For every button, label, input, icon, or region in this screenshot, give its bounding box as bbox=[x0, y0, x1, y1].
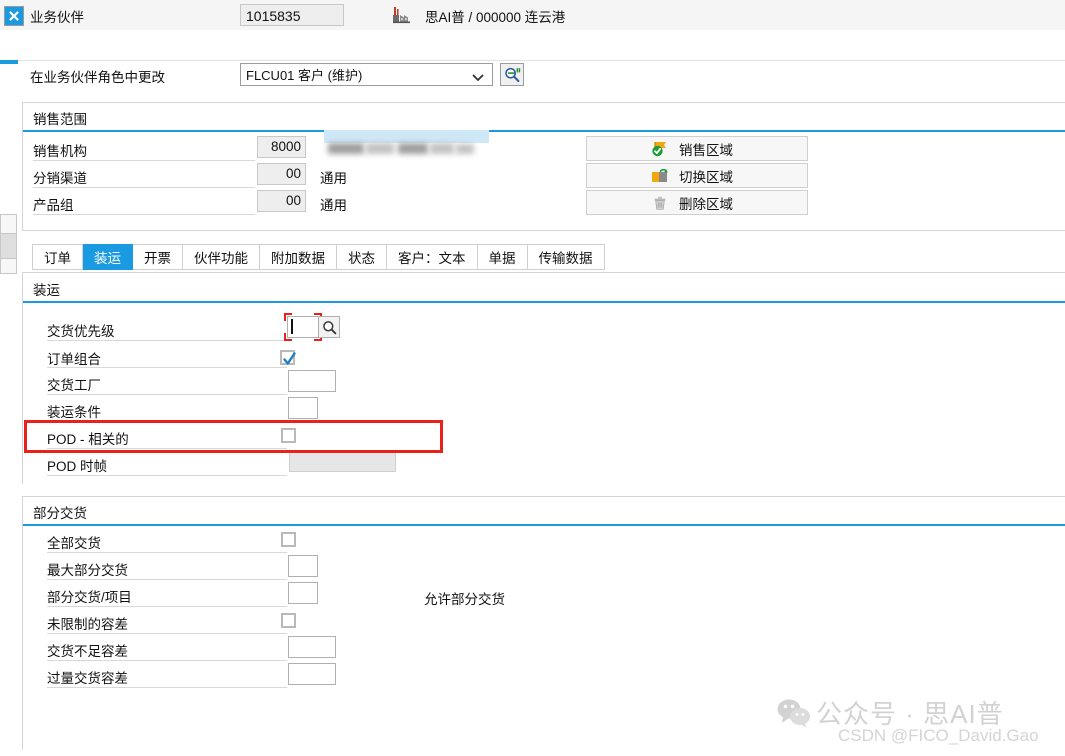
tab-status[interactable]: 状态 bbox=[337, 244, 387, 270]
shipping-conditions-label: 装运条件 bbox=[47, 405, 101, 420]
close-icon[interactable] bbox=[4, 6, 24, 26]
leader-line bbox=[47, 633, 287, 634]
delete-area-button-label: 删除区域 bbox=[679, 196, 733, 212]
sales-area-check-icon bbox=[649, 140, 671, 158]
pod-timeframe-label: POD 时帧 bbox=[47, 459, 108, 474]
leader-line bbox=[47, 552, 287, 553]
delivery-priority-focus-indicator bbox=[284, 313, 322, 341]
pod-relevant-checkbox[interactable] bbox=[281, 428, 296, 443]
business-partner-label: 业务伙伴 bbox=[30, 10, 84, 25]
delivery-plant-label: 交货工厂 bbox=[47, 378, 101, 393]
shipping-title: 装运 bbox=[33, 283, 60, 298]
factory-icon bbox=[392, 6, 412, 24]
tab-partner-functions[interactable]: 伙伴功能 bbox=[183, 244, 260, 270]
sales-area-glyph bbox=[651, 141, 666, 156]
leader-line bbox=[47, 606, 287, 607]
order-combination-checkbox[interactable] bbox=[280, 350, 296, 365]
partial-delivery-item-note: 允许部分交货 bbox=[424, 592, 505, 607]
sales-area-panel bbox=[22, 102, 1065, 231]
redacted-sales-org-text bbox=[320, 130, 500, 160]
distribution-channel-input[interactable]: 00 bbox=[257, 163, 306, 185]
sales-area-button-label: 销售区域 bbox=[679, 142, 733, 158]
shipping-panel bbox=[22, 272, 1065, 484]
max-partial-deliveries-label: 最大部分交货 bbox=[47, 563, 128, 578]
delivery-priority-search-button[interactable] bbox=[318, 316, 340, 338]
partial-delivery-panel bbox=[22, 496, 1065, 750]
sales-organization-label: 销售机构 bbox=[33, 144, 87, 159]
partial-delivery-item-label: 部分交货/项目 bbox=[47, 590, 132, 605]
shipping-rule bbox=[23, 301, 1065, 303]
sales-area-title: 销售范围 bbox=[33, 112, 87, 127]
distribution-channel-text: 通用 bbox=[320, 171, 347, 186]
sales-area-button[interactable]: 销售区域 bbox=[586, 136, 808, 161]
unlimited-tolerance-checkbox[interactable] bbox=[281, 613, 296, 628]
max-partial-deliveries-input[interactable] bbox=[288, 555, 318, 577]
tab-customer-text[interactable]: 客户：文本 bbox=[387, 244, 478, 270]
header-row-role: 在业务伙伴角色中更改 FLCU01 客户 (维护) bbox=[0, 30, 1065, 86]
division-label: 产品组 bbox=[33, 198, 74, 213]
pod-timeframe-input bbox=[289, 452, 396, 472]
leader-line bbox=[33, 187, 255, 188]
underdelivery-tolerance-input[interactable] bbox=[288, 636, 336, 658]
switch-area-button-label: 切换区域 bbox=[679, 169, 733, 185]
area-buttons-group: 销售区域 切换区域 删除区域 bbox=[586, 136, 808, 217]
division-text: 通用 bbox=[320, 198, 347, 213]
business-partner-number[interactable]: 1015835 bbox=[240, 4, 344, 26]
tab-orders[interactable]: 订单 bbox=[32, 244, 83, 270]
leader-line bbox=[47, 579, 287, 580]
sales-organization-input[interactable]: 8000 bbox=[257, 136, 306, 158]
header-row-business-partner: 业务伙伴 1015835 思AI普 / 000000 连云港 bbox=[0, 0, 1065, 30]
content-area: 销售范围 销售机构 8000 分销渠道 00 通用 产品组 00 通用 销售区域… bbox=[0, 64, 1065, 756]
leader-line bbox=[47, 340, 287, 341]
trash-glyph bbox=[654, 196, 666, 210]
factory-glyph bbox=[393, 7, 410, 24]
checkmark-icon bbox=[283, 352, 296, 365]
leader-line bbox=[47, 394, 287, 395]
delivery-priority-label: 交货优先级 bbox=[47, 324, 115, 339]
tab-billing[interactable]: 开票 bbox=[133, 244, 183, 270]
pod-relevant-label: POD - 相关的 bbox=[47, 432, 129, 447]
division-input[interactable]: 00 bbox=[257, 190, 306, 212]
close-glyph bbox=[9, 11, 19, 21]
complete-delivery-label: 全部交货 bbox=[47, 536, 101, 551]
partial-delivery-rule bbox=[23, 524, 1065, 526]
overdelivery-tolerance-label: 过量交货容差 bbox=[47, 671, 128, 686]
shipping-conditions-input[interactable] bbox=[288, 397, 318, 419]
leader-line bbox=[33, 214, 255, 215]
header-bar: 业务伙伴 1015835 思AI普 / 000000 连云港 在业务伙伴角色中更… bbox=[0, 0, 1065, 86]
overdelivery-tolerance-input[interactable] bbox=[288, 663, 336, 685]
business-partner-description: 思AI普 / 000000 连云港 bbox=[425, 10, 566, 25]
tab-shipping[interactable]: 装运 bbox=[83, 244, 133, 270]
leader-line bbox=[47, 475, 287, 476]
order-combination-label: 订单组合 bbox=[47, 352, 101, 367]
leader-line bbox=[47, 687, 287, 688]
distribution-channel-label: 分销渠道 bbox=[33, 171, 87, 186]
switch-area-button[interactable]: 切换区域 bbox=[586, 163, 808, 188]
switch-area-icon bbox=[649, 167, 671, 185]
partial-delivery-title: 部分交货 bbox=[33, 506, 87, 521]
trash-icon bbox=[649, 194, 671, 212]
leader-line bbox=[47, 367, 287, 368]
sap-business-partner-screen: 业务伙伴 1015835 思AI普 / 000000 连云港 在业务伙伴角色中更… bbox=[0, 0, 1065, 756]
leader-line bbox=[47, 448, 287, 449]
leader-line bbox=[47, 421, 287, 422]
sales-area-rule bbox=[23, 130, 1065, 132]
delivery-plant-input[interactable] bbox=[288, 370, 336, 392]
partial-delivery-item-input[interactable] bbox=[288, 582, 318, 604]
tab-transfer-data[interactable]: 传输数据 bbox=[527, 244, 605, 270]
tab-documents[interactable]: 单据 bbox=[477, 244, 528, 270]
underdelivery-tolerance-label: 交货不足容差 bbox=[47, 644, 128, 659]
tab-additional-data[interactable]: 附加数据 bbox=[260, 244, 337, 270]
delete-area-button[interactable]: 删除区域 bbox=[586, 190, 808, 215]
magnifier-icon bbox=[322, 320, 336, 334]
text-caret bbox=[291, 319, 293, 334]
switch-area-glyph bbox=[651, 168, 668, 182]
unlimited-tolerance-label: 未限制的容差 bbox=[47, 617, 128, 632]
complete-delivery-checkbox[interactable] bbox=[281, 532, 296, 547]
leader-line bbox=[33, 160, 255, 161]
tab-strip: 订单 装运 开票 伙伴功能 附加数据 状态 客户：文本 单据 传输数据 bbox=[32, 244, 605, 270]
leader-line bbox=[47, 660, 287, 661]
